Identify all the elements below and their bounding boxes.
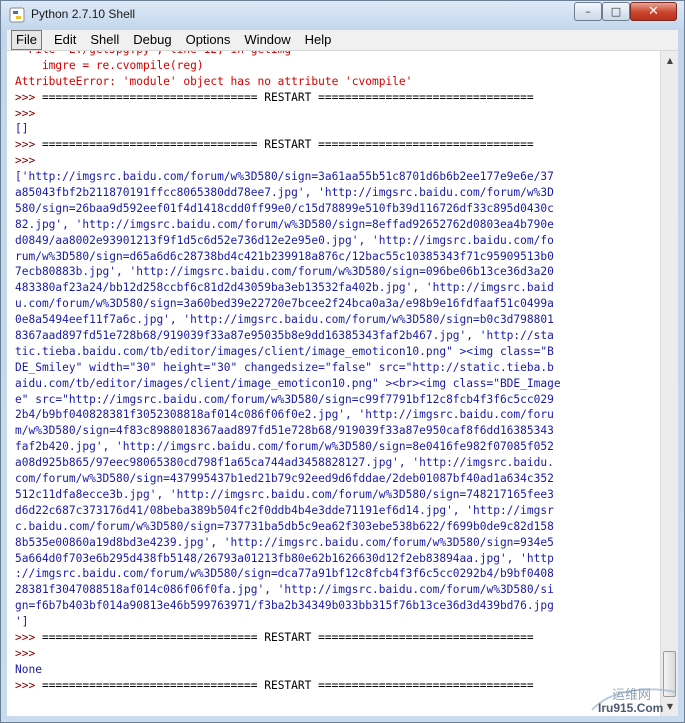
- shell-line: ']: [15, 615, 29, 629]
- shell-line: 2b4/b9bf040828381f3052308818af014c086f06…: [15, 408, 554, 422]
- shell-line: >>> ================================ RES…: [15, 678, 561, 694]
- shell-line: 512c11dfa8ecce3b.jpg', 'http://imgsrc.ba…: [15, 487, 554, 501]
- shell-line: imgre = re.cvompile(reg): [15, 58, 204, 72]
- shell-line: aidu.com/tb/editor/images/client/image_e…: [15, 376, 561, 390]
- shell-line: 8b535e00860a19d8bd3e4239.jpg', 'http://i…: [15, 535, 554, 549]
- prompt-marker: >>>: [15, 90, 42, 104]
- shell-line: 28381f3047088518af014c086f06f0fa.jpg', '…: [15, 583, 554, 597]
- shell-line: ://imgsrc.baidu.com/forum/w%3D580/sign=d…: [15, 567, 554, 581]
- shell-line: m/w%3D580/sign=4f83c8988018367aad897fd51…: [15, 424, 554, 438]
- menu-debug[interactable]: Debug: [129, 31, 175, 49]
- shell-line: e" src="http://imgsrc.baidu.com/forum/w%…: [15, 392, 554, 406]
- close-icon: ✕: [648, 4, 659, 19]
- shell-line: []: [15, 122, 29, 136]
- shell-line: >>> ================================ RES…: [15, 90, 561, 106]
- menu-file[interactable]: File: [11, 30, 42, 50]
- shell-line: 5a664d0f703e6b295d438fb5148/26793a01213f…: [15, 551, 554, 565]
- scrollbar-thumb[interactable]: [663, 651, 676, 697]
- menu-shell[interactable]: Shell: [86, 31, 123, 49]
- maximize-icon: □: [610, 5, 622, 18]
- shell-line: a85043fbf2b211870191ffcc8065380dd78ee7.j…: [15, 186, 554, 200]
- shell-line: DE_Smiley" width="30" height="30" change…: [15, 360, 554, 374]
- shell-line: u.com/forum/w%3D580/sign=3a60bed39e22720…: [15, 297, 554, 311]
- menu-window[interactable]: Window: [240, 31, 294, 49]
- window-title: Python 2.7.10 Shell: [31, 7, 136, 21]
- scroll-down-icon[interactable]: ▼: [662, 698, 678, 715]
- restart-banner: ================================ RESTART…: [41, 630, 534, 644]
- shell-line: 0e8a5494eef11f7a6c.jpg', 'http://imgsrc.…: [15, 313, 554, 327]
- menu-edit[interactable]: Edit: [50, 31, 80, 49]
- minimize-icon: –: [585, 5, 591, 18]
- shell-line: 580/sign=26baa9d592eef01f4d1418cdd0ff99e…: [15, 201, 554, 215]
- shell-line: d0849/aa8002e93901213f9f1d5c6d52e736d12e…: [15, 233, 554, 247]
- shell-line: 7ecb80883b.jpg', 'http://imgsrc.baidu.co…: [15, 265, 554, 279]
- shell-line: 483380af23a24/bb12d258ccbf6c81d2d43059ba…: [15, 281, 554, 295]
- vertical-scrollbar[interactable]: ▲ ▼: [660, 51, 678, 716]
- minimize-button[interactable]: –: [574, 2, 602, 21]
- menu-options[interactable]: Options: [182, 31, 235, 49]
- menu-bar: File Edit Shell Debug Options Window Hel…: [7, 30, 678, 51]
- shell-line: faf2b420.jpg', 'http://imgsrc.baidu.com/…: [15, 440, 554, 454]
- shell-window: Python 2.7.10 Shell – □ ✕ File Edit Shel…: [0, 0, 685, 723]
- shell-line: ['http://imgsrc.baidu.com/forum/w%3D580/…: [15, 170, 554, 184]
- scroll-up-icon[interactable]: ▲: [662, 52, 678, 69]
- python-icon: [9, 7, 25, 23]
- prompt-marker: >>>: [15, 138, 42, 152]
- shell-line: >>>: [15, 154, 36, 168]
- maximize-button[interactable]: □: [602, 2, 630, 21]
- shell-line: com/forum/w%3D580/sign=437995437b1ed21b7…: [15, 472, 554, 486]
- shell-line: 8367aad897fd51e728b68/919039f33a87e95035…: [15, 329, 554, 343]
- restart-banner: ================================ RESTART…: [41, 90, 534, 104]
- shell-line: 82.jpg', 'http://imgsrc.baidu.com/forum/…: [15, 217, 554, 231]
- shell-line: >>>: [15, 646, 36, 660]
- shell-lines: File "E:/getJpg.py", line 12, in getImg …: [15, 51, 561, 694]
- menu-help[interactable]: Help: [301, 31, 336, 49]
- shell-line: >>> ================================ RES…: [15, 630, 561, 646]
- shell-line: c.baidu.com/forum/w%3D580/sign=737731ba5…: [15, 519, 554, 533]
- shell-line: AttributeError: 'module' object has no a…: [15, 74, 413, 88]
- shell-line: >>> ================================ RES…: [15, 137, 561, 153]
- prompt-marker: >>>: [15, 630, 42, 644]
- shell-line: tic.tieba.baidu.com/tb/editor/images/cli…: [15, 344, 554, 358]
- title-bar[interactable]: Python 2.7.10 Shell – □ ✕: [1, 1, 684, 29]
- shell-line: File "E:/getJpg.py", line 12, in getImg: [15, 51, 561, 58]
- shell-line: d6d22c687c373176d41/08beba389b504fc2f0dd…: [15, 503, 554, 517]
- shell-line: a08d925b865/97eec98065380cd798f1a65ca744…: [15, 456, 554, 470]
- prompt-marker: >>>: [15, 678, 42, 692]
- shell-output-area[interactable]: File "E:/getJpg.py", line 12, in getImg …: [7, 51, 660, 716]
- shell-line: rum/w%3D580/sign=d65a6d6c28738bd4c421b23…: [15, 249, 554, 263]
- close-button[interactable]: ✕: [630, 2, 677, 21]
- restart-banner: ================================ RESTART…: [41, 678, 534, 692]
- shell-line: gn=f6b7b403bf014a90813e46b599763971/f3ba…: [15, 599, 554, 613]
- shell-line: >>>: [15, 106, 36, 120]
- shell-line: None: [15, 662, 42, 676]
- restart-banner: ================================ RESTART…: [41, 138, 534, 152]
